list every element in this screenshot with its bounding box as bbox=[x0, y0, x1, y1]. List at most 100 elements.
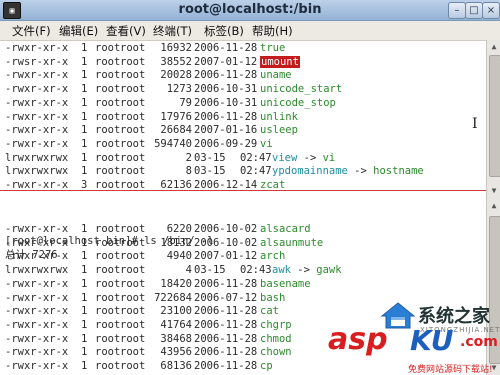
file-name-cell: cat bbox=[260, 304, 279, 318]
file-name: view bbox=[272, 151, 298, 164]
file-size: 41764 bbox=[160, 318, 192, 331]
file-name: chmod bbox=[260, 332, 292, 345]
file-name-cell: bash bbox=[260, 291, 285, 305]
file-name: arch bbox=[260, 250, 286, 263]
file-size: 8 bbox=[185, 165, 192, 178]
file-name: ypdomainname bbox=[272, 165, 348, 178]
file-date: 2006-10-02 bbox=[194, 223, 258, 235]
file-date: 2007-01-16 bbox=[194, 124, 258, 137]
watermark: 系统之家 XITONGZHIJIA.NET asp KU .com 免费网站源码… bbox=[328, 300, 500, 375]
file-name: awk bbox=[272, 264, 291, 277]
symlink-target: vi bbox=[322, 151, 336, 164]
file-name-cell: cp bbox=[260, 359, 273, 373]
file-name: basename bbox=[260, 277, 311, 290]
file-date: 2006-10-31 bbox=[194, 96, 258, 109]
window-title: root@localhost:/bin bbox=[178, 2, 322, 17]
file-size: 18132 bbox=[160, 236, 192, 249]
menu-help[interactable]: 帮助(H) bbox=[252, 23, 293, 39]
file-name-cell: vi bbox=[260, 137, 273, 151]
title-bar[interactable]: ▣ root@localhost:/bin – □ × bbox=[0, 0, 500, 21]
file-date: 2006-09-29 bbox=[194, 137, 258, 150]
file-size: 18420 bbox=[160, 277, 192, 290]
file-date: 2006-11-28 bbox=[194, 42, 258, 54]
file-size: 26684 bbox=[160, 124, 192, 137]
file-date: 2006-11-28 bbox=[194, 305, 258, 318]
file-name-cell: true bbox=[260, 41, 285, 55]
menu-tabs[interactable]: 标签(B) bbox=[204, 23, 244, 39]
menu-bar: 文件(F) 编辑(E) 查看(V) 终端(T) 标签(B) 帮助(H) bbox=[0, 21, 500, 41]
file-name: alsacard bbox=[260, 223, 311, 235]
file-size: 4940 bbox=[166, 250, 192, 263]
file-size: 6220 bbox=[166, 223, 192, 235]
watermark-tld: .com bbox=[460, 334, 498, 350]
file-name: true bbox=[260, 42, 286, 54]
file-date: 2006-11-28 bbox=[194, 110, 258, 123]
file-size: 16932 bbox=[160, 42, 192, 54]
scroll-thumb-top[interactable] bbox=[489, 55, 500, 177]
file-name-cell: chgrp bbox=[260, 318, 292, 332]
file-name: usleep bbox=[260, 124, 298, 137]
symlink-target: hostname bbox=[373, 165, 424, 178]
file-size: 2 bbox=[185, 151, 192, 164]
file-name: uname bbox=[260, 69, 292, 82]
symlink-arrow-icon: -> bbox=[290, 264, 317, 277]
file-name: unicode_stop bbox=[260, 96, 336, 109]
file-name: cp bbox=[260, 360, 273, 372]
file-name: chown bbox=[260, 346, 292, 359]
file-size: 722684 bbox=[154, 291, 192, 304]
file-name-cell: unicode_stop bbox=[260, 96, 336, 110]
file-date: 03-15 bbox=[194, 151, 226, 164]
file-name: cat bbox=[260, 305, 279, 318]
file-date: 2006-11-28 bbox=[194, 332, 258, 345]
menu-edit[interactable]: 编辑(E) bbox=[59, 23, 98, 39]
file-name-cell: usleep bbox=[260, 123, 298, 137]
file-size: 38552 bbox=[160, 55, 192, 68]
file-name-cell: uname bbox=[260, 68, 292, 82]
file-name-cell: awk -> gawk bbox=[272, 263, 342, 277]
symlink-target: gawk bbox=[316, 264, 342, 277]
file-date: 2006-07-12 bbox=[194, 291, 258, 304]
close-button[interactable]: × bbox=[482, 2, 500, 19]
file-name: umount bbox=[260, 55, 300, 68]
file-name-cell: unlink bbox=[260, 110, 298, 124]
file-size: 79 bbox=[179, 96, 192, 109]
file-size: 4 bbox=[185, 264, 192, 277]
watermark-slogan: 免费网站源码下载站! bbox=[408, 365, 493, 375]
file-time: 02:47 bbox=[240, 165, 272, 178]
menu-view[interactable]: 查看(V) bbox=[106, 23, 146, 39]
file-name-cell: chmod bbox=[260, 332, 292, 346]
file-date: 2006-11-28 bbox=[194, 360, 258, 372]
scroll-down-icon[interactable]: ▼ bbox=[488, 185, 500, 197]
file-name: chgrp bbox=[260, 318, 292, 331]
file-size: 43956 bbox=[160, 346, 192, 359]
minimize-button[interactable]: – bbox=[448, 2, 466, 19]
menu-file[interactable]: 文件(F) bbox=[12, 23, 51, 39]
file-size: 594740 bbox=[154, 137, 192, 150]
file-name-cell: alsacard bbox=[260, 222, 311, 236]
scroll-up-icon[interactable]: ▲ bbox=[488, 41, 500, 53]
file-name-cell: unicode_start bbox=[260, 82, 342, 96]
file-date: 2006-10-02 bbox=[194, 236, 258, 249]
symlink-arrow-icon: -> bbox=[297, 151, 323, 164]
file-date: 2006-11-28 bbox=[194, 69, 258, 82]
file-size: 20028 bbox=[160, 69, 192, 82]
symlink-arrow-icon: -> bbox=[347, 165, 374, 178]
file-name: bash bbox=[260, 291, 286, 304]
file-size: 38468 bbox=[160, 332, 192, 345]
file-date: 2006-11-28 bbox=[194, 318, 258, 331]
watermark-ku: KU bbox=[410, 324, 454, 357]
file-name-cell: chown bbox=[260, 345, 292, 359]
file-name-cell: basename bbox=[260, 277, 311, 291]
maximize-button[interactable]: □ bbox=[465, 2, 483, 19]
scroll-up-icon-lower[interactable]: ▲ bbox=[488, 200, 500, 212]
file-time: 02:43 bbox=[240, 264, 272, 277]
file-date: 2007-01-12 bbox=[194, 55, 258, 68]
file-date: 2007-01-12 bbox=[194, 250, 258, 263]
file-date: 03-15 bbox=[194, 165, 226, 178]
file-name: unlink bbox=[260, 110, 298, 123]
file-name-cell: umount bbox=[260, 55, 300, 69]
file-size: 68136 bbox=[160, 360, 192, 372]
file-name-cell: arch bbox=[260, 249, 285, 263]
menu-terminal[interactable]: 终端(T) bbox=[153, 23, 192, 39]
file-name: alsaunmute bbox=[260, 236, 324, 249]
